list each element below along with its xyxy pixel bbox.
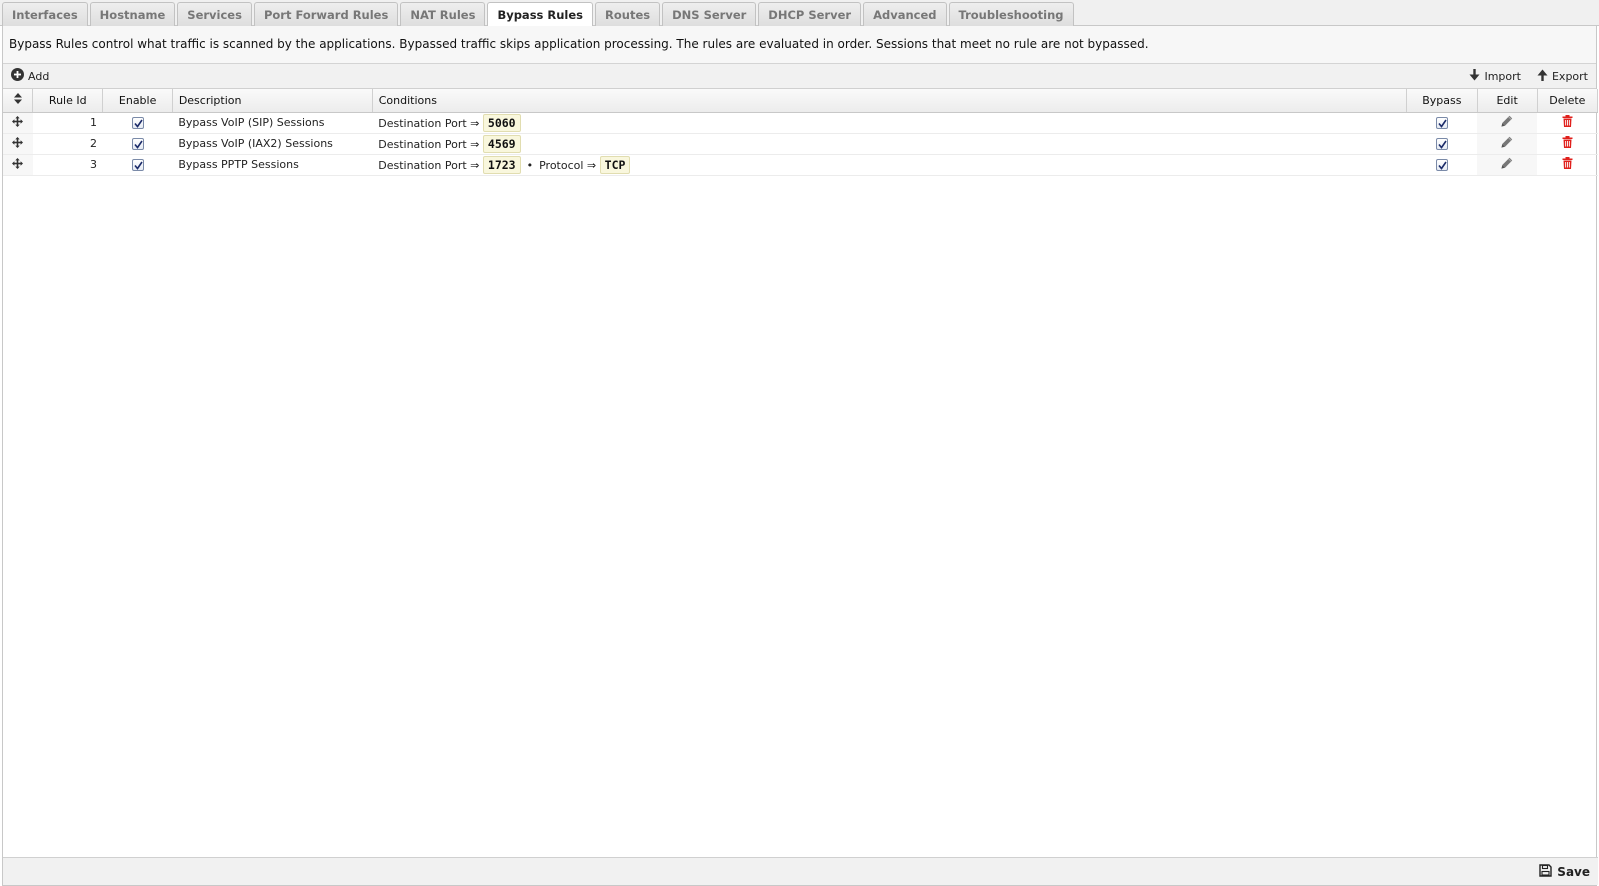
tab-advanced[interactable]: Advanced bbox=[863, 2, 947, 26]
enable-cell bbox=[102, 154, 173, 176]
delete-cell bbox=[1537, 112, 1598, 134]
edit-header: Edit bbox=[1477, 89, 1538, 113]
trash-icon[interactable] bbox=[1562, 115, 1573, 130]
tab-bar: Interfaces Hostname Services Port Forward R… bbox=[0, 0, 1599, 27]
arrow-up-icon bbox=[1537, 69, 1548, 84]
floppy-disk-icon bbox=[1539, 863, 1552, 880]
arrow-down-icon bbox=[1469, 68, 1480, 84]
tab-services[interactable]: Services bbox=[177, 2, 252, 26]
condition-separator: • bbox=[526, 158, 534, 172]
bypass-cell bbox=[1406, 112, 1478, 134]
edit-pencil-icon[interactable] bbox=[1501, 157, 1513, 172]
drag-handle[interactable] bbox=[3, 112, 33, 134]
app-window: Interfaces Hostname Services Port Forward R… bbox=[0, 0, 1599, 886]
bypass-cell bbox=[1406, 154, 1478, 176]
sort-icon bbox=[13, 93, 22, 107]
bypass-checkbox[interactable] bbox=[1435, 159, 1448, 171]
edit-pencil-icon[interactable] bbox=[1501, 115, 1513, 130]
rule-id-header[interactable]: Rule Id bbox=[32, 89, 104, 113]
drag-handle[interactable] bbox=[3, 154, 33, 176]
bypass-checkbox[interactable] bbox=[1435, 138, 1448, 150]
condition-label: Destination Port ⇒ bbox=[378, 158, 480, 172]
table-header-row: Rule Id Enable Description Conditions By… bbox=[3, 89, 1599, 113]
save-button[interactable]: Save bbox=[1539, 863, 1590, 880]
tab-port-forward-rules[interactable]: Port Forward Rules bbox=[253, 2, 399, 26]
conditions-header[interactable]: Conditions bbox=[372, 89, 1408, 113]
export-label: Export bbox=[1551, 69, 1588, 83]
enable-cell bbox=[102, 133, 173, 155]
description-cell: Bypass VoIP (IAX2) Sessions bbox=[172, 133, 373, 155]
rule-id-cell: 2 bbox=[32, 133, 103, 155]
enable-cell bbox=[102, 112, 173, 134]
condition-value: 4569 bbox=[482, 134, 521, 153]
condition-label: Protocol ⇒ bbox=[539, 158, 597, 172]
conditions-cell: Destination Port ⇒ 4569 bbox=[372, 133, 1407, 155]
conditions-cell: Destination Port ⇒ 5060 bbox=[372, 112, 1407, 134]
tab-routes[interactable]: Routes bbox=[595, 2, 661, 26]
bypass-rules-table: Rule Id Enable Description Conditions By… bbox=[3, 89, 1599, 176]
move-icon bbox=[12, 136, 24, 151]
edit-pencil-icon[interactable] bbox=[1501, 136, 1513, 151]
tab-dhcp-server[interactable]: DHCP Server bbox=[758, 2, 862, 26]
delete-cell bbox=[1537, 133, 1598, 155]
move-icon bbox=[12, 157, 24, 172]
page-description: Bypass Rules control what traffic is sca… bbox=[3, 26, 1596, 64]
panel-footer: Save bbox=[3, 857, 1598, 885]
condition-label: Destination Port ⇒ bbox=[378, 116, 480, 130]
tab-troubleshooting[interactable]: Troubleshooting bbox=[948, 2, 1074, 26]
delete-header: Delete bbox=[1537, 89, 1599, 113]
edit-cell bbox=[1477, 154, 1538, 176]
export-button[interactable]: Export bbox=[1535, 67, 1590, 86]
bypass-checkbox[interactable] bbox=[1435, 117, 1448, 129]
save-label: Save bbox=[1557, 864, 1590, 879]
enable-checkbox[interactable] bbox=[131, 117, 144, 129]
conditions-cell: Destination Port ⇒ 1723 • Protocol ⇒ TCP bbox=[372, 154, 1407, 176]
delete-cell bbox=[1537, 154, 1598, 176]
tab-interfaces[interactable]: Interfaces bbox=[2, 2, 88, 26]
bypass-rules-panel: Bypass Rules control what traffic is sca… bbox=[2, 26, 1599, 886]
enable-checkbox[interactable] bbox=[131, 138, 144, 150]
condition-value: TCP bbox=[599, 155, 631, 174]
condition-value: 1723 bbox=[482, 155, 521, 174]
enable-header[interactable]: Enable bbox=[102, 89, 173, 113]
enable-checkbox[interactable] bbox=[131, 159, 144, 171]
edit-cell bbox=[1477, 133, 1538, 155]
bypass-header[interactable]: Bypass bbox=[1406, 89, 1478, 113]
import-label: Import bbox=[1484, 69, 1521, 83]
sort-column-header[interactable] bbox=[3, 89, 34, 113]
tab-bypass-rules[interactable]: Bypass Rules bbox=[487, 2, 594, 27]
table-row: 3 Bypass PPTP Sessions Destination Port ⇒ … bbox=[3, 154, 1598, 176]
table-row: 2 Bypass VoIP (IAX2) Sessions Destination … bbox=[3, 133, 1598, 155]
tab-nat-rules[interactable]: NAT Rules bbox=[400, 2, 486, 26]
condition-label: Destination Port ⇒ bbox=[378, 137, 480, 151]
description-header[interactable]: Description bbox=[172, 89, 373, 113]
trash-icon[interactable] bbox=[1562, 136, 1573, 151]
tab-dns-server[interactable]: DNS Server bbox=[662, 2, 757, 26]
add-icon bbox=[11, 68, 24, 84]
trash-icon[interactable] bbox=[1562, 157, 1573, 172]
description-cell: Bypass VoIP (SIP) Sessions bbox=[172, 112, 373, 134]
add-button[interactable]: Add bbox=[9, 66, 51, 86]
move-icon bbox=[12, 115, 24, 130]
description-cell: Bypass PPTP Sessions bbox=[172, 154, 373, 176]
drag-handle[interactable] bbox=[3, 133, 33, 155]
tab-hostname[interactable]: Hostname bbox=[89, 2, 176, 26]
grid-toolbar: Add Import Export bbox=[3, 64, 1596, 89]
import-button[interactable]: Import bbox=[1467, 67, 1523, 86]
table-row: 1 Bypass VoIP (SIP) Sessions Destination P… bbox=[3, 112, 1598, 134]
rule-id-cell: 1 bbox=[32, 112, 103, 134]
rule-id-cell: 3 bbox=[32, 154, 103, 176]
edit-cell bbox=[1477, 112, 1538, 134]
condition-value: 5060 bbox=[482, 113, 521, 132]
add-label: Add bbox=[28, 69, 50, 83]
bypass-cell bbox=[1406, 133, 1478, 155]
